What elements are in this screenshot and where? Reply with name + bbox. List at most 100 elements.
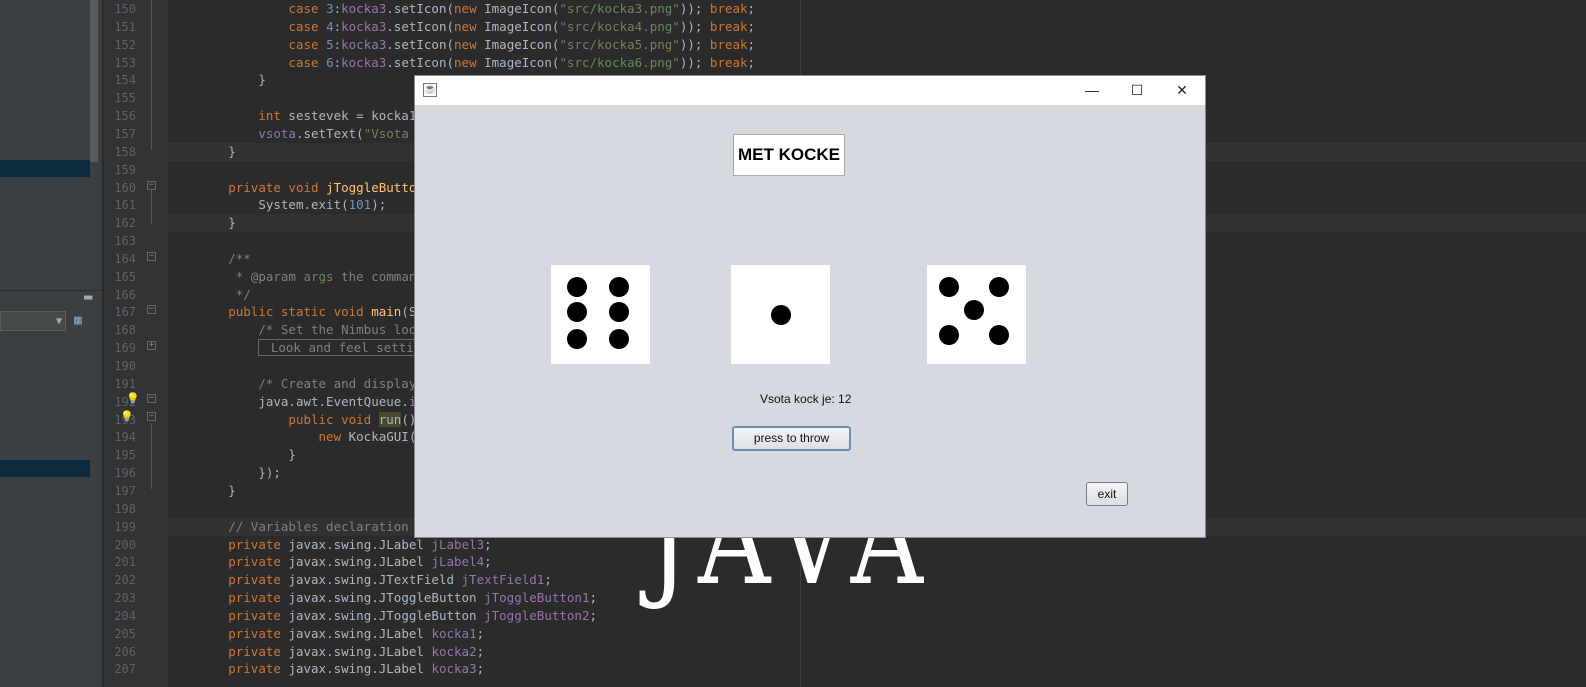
code-token: break bbox=[702, 18, 748, 34]
code-line[interactable]: case 5:kocka3.setIcon(new ImageIcon("src… bbox=[168, 36, 1586, 54]
exit-button[interactable]: exit bbox=[1086, 482, 1128, 506]
die-pip bbox=[939, 277, 959, 297]
line-number: 151 bbox=[114, 19, 136, 34]
fold-toggle-icon[interactable]: − bbox=[147, 394, 156, 403]
selected-member[interactable] bbox=[0, 460, 90, 477]
code-token: "src/kocka6.png" bbox=[559, 54, 680, 70]
code-token: )); bbox=[679, 36, 703, 52]
code-token: int bbox=[258, 108, 289, 124]
code-token: "src/kocka3.png" bbox=[559, 1, 680, 16]
hint-bulb-icon[interactable]: 💡 bbox=[126, 392, 140, 405]
code-token: private bbox=[228, 536, 289, 552]
die-3 bbox=[927, 265, 1026, 364]
code-line[interactable]: private javax.swing.JLabel kocka1; bbox=[168, 625, 1586, 643]
hint-bulb-icon[interactable]: 💡 bbox=[120, 410, 134, 423]
code-token: private bbox=[228, 590, 289, 606]
die-2 bbox=[731, 265, 830, 364]
line-number: 190 bbox=[114, 359, 136, 373]
code-token: .setIcon( bbox=[386, 1, 455, 16]
code-token: } bbox=[258, 72, 266, 88]
code-line[interactable]: case 6:kocka3.setIcon(new ImageIcon("src… bbox=[168, 54, 1586, 72]
throw-button[interactable]: press to throw bbox=[732, 426, 851, 451]
title-text-field[interactable]: MET KOCKE bbox=[733, 134, 845, 176]
line-number: 206 bbox=[114, 644, 136, 659]
line-number: 154 bbox=[114, 73, 136, 88]
line-number: 155 bbox=[114, 91, 136, 106]
chevron-down-icon: ▼ bbox=[55, 316, 62, 327]
die-pip bbox=[567, 329, 587, 349]
line-number: 203 bbox=[114, 591, 136, 606]
code-token: : bbox=[333, 36, 342, 52]
die-pip bbox=[567, 302, 587, 322]
line-number: 158 bbox=[114, 144, 136, 159]
code-token: sestevek = kocka10+ bbox=[288, 108, 432, 124]
code-token: javax.swing.JLabel bbox=[288, 661, 432, 677]
code-token: ; bbox=[747, 36, 756, 52]
code-token: 101 bbox=[348, 197, 372, 213]
code-token: kocka2 bbox=[431, 643, 477, 659]
navigator-dropdown[interactable]: ▼ bbox=[0, 311, 66, 331]
line-number: 205 bbox=[114, 626, 136, 641]
line-number: 201 bbox=[114, 555, 136, 570]
code-token: java.awt.EventQueue. bbox=[258, 393, 409, 409]
minimize-button[interactable]: — bbox=[1069, 76, 1115, 105]
code-token: 5 bbox=[326, 36, 334, 52]
line-number: 169 bbox=[114, 341, 136, 356]
code-token: javax.swing.JLabel bbox=[288, 625, 432, 641]
fold-toggle-icon[interactable]: − bbox=[147, 305, 156, 314]
die-pip bbox=[989, 325, 1009, 345]
line-number: 160 bbox=[114, 180, 136, 195]
code-token: jToggleButton1 bbox=[484, 590, 590, 606]
minimize-panel-icon[interactable]: ▬ bbox=[84, 289, 92, 305]
fold-toggle-icon[interactable]: − bbox=[147, 412, 156, 421]
code-token: jTextField1 bbox=[461, 572, 545, 588]
selected-node[interactable] bbox=[0, 160, 90, 177]
code-token: : bbox=[333, 1, 342, 16]
code-token: kocka1 bbox=[431, 625, 477, 641]
code-token: */ bbox=[228, 286, 251, 302]
code-token: .setIcon( bbox=[386, 54, 455, 70]
code-token: ; bbox=[589, 590, 597, 606]
line-number: 161 bbox=[114, 198, 136, 213]
die-pip bbox=[771, 305, 791, 325]
line-number: 166 bbox=[114, 287, 136, 302]
line-number: 162 bbox=[114, 216, 136, 231]
code-token: .setIcon( bbox=[386, 36, 455, 52]
code-token: : bbox=[333, 54, 342, 70]
code-token: )); bbox=[679, 1, 703, 16]
code-token: ; bbox=[476, 625, 485, 641]
fold-toggle-icon[interactable]: − bbox=[147, 181, 156, 190]
maximize-button[interactable]: ☐ bbox=[1114, 76, 1160, 105]
panel-scrollbar[interactable] bbox=[90, 0, 98, 162]
code-token: the command bbox=[333, 268, 424, 284]
code-token: case bbox=[288, 18, 327, 34]
code-line[interactable]: private javax.swing.JLabel kocka3; bbox=[168, 660, 1586, 678]
project-panel: ▬ ▼ ▦ bbox=[0, 0, 102, 687]
line-number: 195 bbox=[114, 448, 136, 463]
code-token: javax.swing.JLabel bbox=[288, 643, 432, 659]
code-token: ImageIcon( bbox=[484, 1, 560, 16]
code-token: } bbox=[228, 215, 236, 231]
line-number: 199 bbox=[114, 519, 136, 534]
code-token: private bbox=[228, 661, 289, 677]
line-number: 167 bbox=[114, 305, 136, 320]
fold-guide bbox=[151, 190, 152, 224]
code-token: javax.swing.JLabel bbox=[288, 536, 432, 552]
close-button[interactable]: ✕ bbox=[1159, 76, 1205, 105]
code-token: } bbox=[228, 482, 236, 498]
code-token: /* Create and display t bbox=[258, 375, 432, 391]
fold-toggle-icon[interactable]: − bbox=[147, 252, 156, 261]
code-token: ; bbox=[747, 18, 756, 34]
code-token: ImageIcon( bbox=[484, 36, 560, 52]
code-line[interactable]: case 4:kocka3.setIcon(new ImageIcon("src… bbox=[168, 18, 1586, 36]
fold-expand-icon[interactable]: + bbox=[147, 341, 156, 350]
code-token: ; bbox=[589, 607, 597, 623]
code-line[interactable]: private javax.swing.JLabel kocka2; bbox=[168, 643, 1586, 661]
navigator-filter-icon[interactable]: ▦ bbox=[74, 313, 90, 328]
window-titlebar[interactable]: ☕ — ☐ ✕ bbox=[415, 76, 1205, 105]
code-line[interactable]: case 3:kocka3.setIcon(new ImageIcon("src… bbox=[168, 0, 1586, 18]
line-number: 197 bbox=[114, 483, 136, 498]
code-token: new bbox=[454, 1, 485, 16]
die-pip bbox=[609, 329, 629, 349]
code-token: 3 bbox=[326, 1, 334, 16]
